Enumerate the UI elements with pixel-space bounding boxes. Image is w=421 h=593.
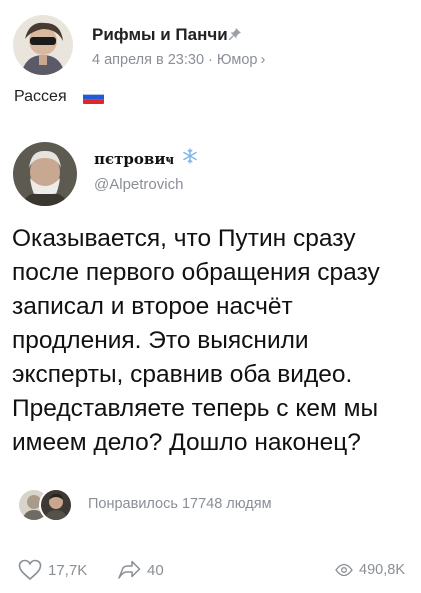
group-name[interactable]: Рифмы и Панчи — [92, 25, 228, 45]
share-icon — [118, 560, 141, 579]
like-button[interactable]: 17,7K — [18, 555, 87, 585]
liker-avatar — [39, 488, 73, 522]
likes-summary[interactable]: Понравилось 17748 людям — [88, 496, 272, 512]
tweet-author-avatar — [13, 142, 77, 206]
eye-icon — [335, 563, 353, 577]
tweet-text: Оказывается, что Путин сразу после перво… — [12, 225, 380, 456]
tweet-author-name: пєтровиҹ — [94, 150, 174, 168]
post-text: Рассея — [14, 88, 67, 105]
views-counter: 490,8K — [335, 555, 405, 585]
vk-post: Рифмы и Панчи 4 апреля в 23:30 · Юмор › Рас… — [0, 0, 421, 593]
snowflake-icon — [183, 148, 197, 164]
views-count: 490,8K — [359, 562, 405, 578]
tweet-screenshot[interactable]: пєтровиҹ @Alpetrovich Оказывается, что П… — [0, 126, 421, 508]
post-category[interactable]: Юмор — [217, 52, 258, 68]
share-button[interactable]: 40 — [117, 555, 164, 585]
chevron-right-icon: › — [260, 52, 266, 68]
like-count: 17,7K — [48, 561, 88, 579]
share-count: 40 — [147, 561, 164, 579]
action-bar: 17,7K 40 490,8K — [0, 555, 421, 585]
likers-row[interactable]: Понравилось 17748 людям — [17, 488, 317, 522]
post-date[interactable]: 4 апреля в 23:30 — [92, 52, 204, 68]
group-avatar[interactable] — [13, 15, 73, 75]
pin-icon — [228, 28, 241, 41]
russia-flag-icon — [83, 90, 104, 104]
post-meta: 4 апреля в 23:30 · Юмор › — [92, 52, 265, 68]
post-header: Рифмы и Панчи 4 апреля в 23:30 · Юмор › — [13, 15, 413, 75]
tweet-handle: @Alpetrovich — [94, 176, 184, 193]
meta-separator: · — [208, 52, 213, 68]
heart-icon — [18, 559, 42, 581]
